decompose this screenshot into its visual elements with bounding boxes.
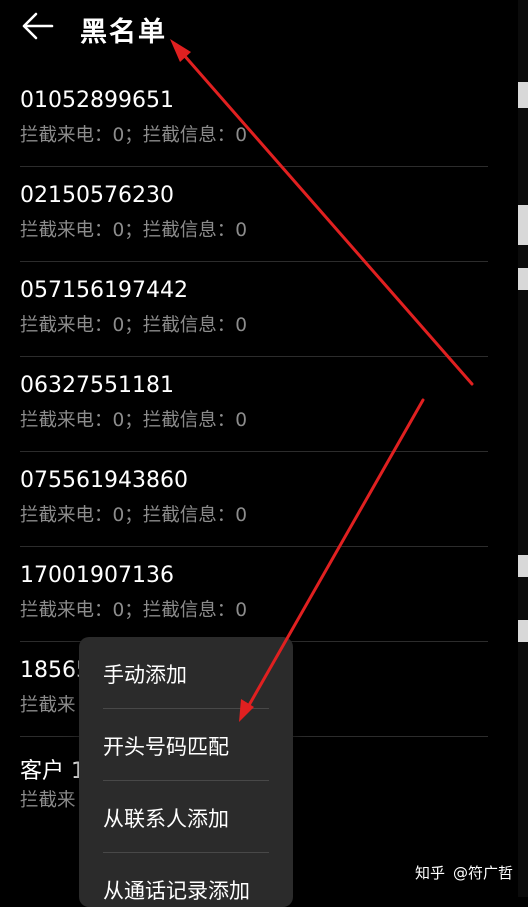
app-header: 黑名单 — [0, 0, 528, 56]
block-stats: 拦截来 — [20, 790, 76, 811]
menu-divider — [103, 852, 269, 853]
block-stats: 拦截来电：0；拦截信息：0 — [20, 125, 248, 146]
add-menu: 手动添加 开头号码匹配 从联系人添加 从通话记录添加 — [79, 637, 293, 907]
watermark: 知乎 @符广哲 — [415, 862, 513, 883]
list-item[interactable]: 06327551181 拦截来电：0；拦截信息：0 — [0, 357, 488, 452]
menu-item-manual-add[interactable]: 手动添加 — [103, 659, 187, 689]
list-item[interactable]: 057156197442 拦截来电：0；拦截信息：0 — [0, 262, 488, 357]
block-stats: 拦截来电：0；拦截信息：0 — [20, 600, 248, 621]
menu-item-from-call-log[interactable]: 从通话记录添加 — [103, 875, 250, 905]
block-stats: 拦截来电：0；拦截信息：0 — [20, 315, 248, 336]
menu-divider — [103, 708, 269, 709]
contact-name: 客户 1 — [20, 759, 85, 784]
arrow-left-icon — [22, 12, 54, 40]
block-stats: 拦截来 — [20, 695, 76, 716]
menu-item-from-contacts[interactable]: 从联系人添加 — [103, 803, 229, 833]
list-item[interactable]: 01052899651 拦截来电：0；拦截信息：0 — [0, 72, 488, 167]
edge-segment — [518, 268, 528, 290]
phone-number: 057156197442 — [20, 278, 188, 303]
back-button[interactable] — [18, 8, 58, 48]
edge-segment — [518, 620, 528, 642]
phone-number: 06327551181 — [20, 373, 174, 398]
edge-segment — [518, 82, 528, 108]
page-title: 黑名单 — [80, 17, 167, 48]
menu-divider — [103, 780, 269, 781]
list-item[interactable]: 17001907136 拦截来电：0；拦截信息：0 — [0, 547, 488, 642]
block-stats: 拦截来电：0；拦截信息：0 — [20, 505, 248, 526]
phone-number: 01052899651 — [20, 88, 174, 113]
zhihu-logo: 知乎 — [415, 864, 446, 882]
block-stats: 拦截来电：0；拦截信息：0 — [20, 410, 248, 431]
phone-number: 02150576230 — [20, 183, 174, 208]
phone-number: 17001907136 — [20, 563, 174, 588]
phone-number: 075561943860 — [20, 468, 188, 493]
edge-segment — [518, 555, 528, 577]
edge-strip — [518, 0, 528, 897]
watermark-author: @符广哲 — [453, 864, 514, 882]
list-item[interactable]: 02150576230 拦截来电：0；拦截信息：0 — [0, 167, 488, 262]
menu-item-prefix-match[interactable]: 开头号码匹配 — [103, 731, 229, 761]
block-stats: 拦截来电：0；拦截信息：0 — [20, 220, 248, 241]
list-item[interactable]: 075561943860 拦截来电：0；拦截信息：0 — [0, 452, 488, 547]
edge-segment — [518, 205, 528, 245]
